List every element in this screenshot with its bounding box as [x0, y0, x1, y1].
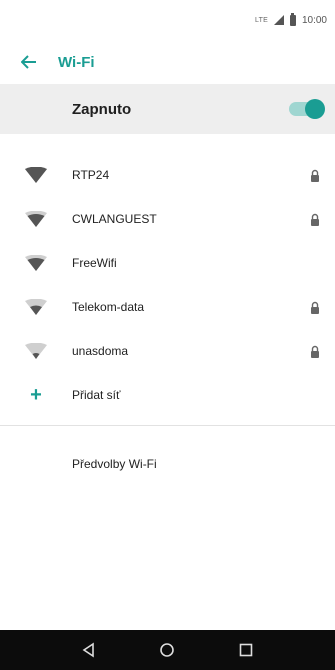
navigation-bar	[0, 630, 335, 670]
wifi-signal-icon	[0, 255, 72, 271]
wifi-signal-icon	[0, 211, 72, 227]
signal-icon	[273, 15, 284, 25]
network-name: unasdoma	[72, 344, 129, 358]
back-nav-icon[interactable]	[81, 642, 97, 658]
network-name: Telekom-data	[72, 300, 145, 314]
arrow-left-icon[interactable]	[0, 55, 58, 69]
status-bar: LTE 10:00	[0, 0, 335, 40]
network-row[interactable]: unasdoma	[0, 329, 335, 373]
network-row[interactable]: CWLANGUEST	[0, 197, 335, 241]
network-row[interactable]: FreeWifi	[0, 241, 335, 285]
wifi-preferences-label: Předvolby Wi-Fi	[72, 457, 157, 471]
lock-icon	[295, 213, 335, 226]
network-name: RTP24	[72, 168, 110, 182]
lock-icon	[295, 169, 335, 182]
add-network-label: Přidat síť	[72, 388, 121, 402]
wifi-toggle-label: Zapnuto	[72, 100, 132, 118]
network-list: RTP24 CWLANGUEST FreeWifi Telekom-data unasd…	[0, 153, 335, 373]
recents-nav-icon[interactable]	[238, 642, 254, 658]
wifi-signal-icon	[0, 299, 72, 315]
network-row[interactable]: RTP24	[0, 153, 335, 197]
network-name: FreeWifi	[72, 256, 117, 270]
clock: 10:00	[301, 14, 327, 26]
lock-icon	[295, 301, 335, 314]
home-nav-icon[interactable]	[159, 642, 175, 658]
wifi-switch[interactable]	[289, 99, 325, 119]
battery-icon	[289, 12, 296, 26]
app-bar: Wi-Fi	[0, 40, 335, 84]
lock-icon	[295, 345, 335, 358]
switch-thumb	[305, 99, 325, 119]
wifi-preferences-item[interactable]: Předvolby Wi-Fi	[0, 434, 335, 494]
page-title: Wi-Fi	[58, 53, 95, 71]
wifi-signal-icon	[0, 343, 72, 359]
network-row[interactable]: Telekom-data	[0, 285, 335, 329]
divider	[0, 425, 335, 426]
add-network-button[interactable]: + Přidat síť	[0, 373, 335, 417]
wifi-signal-icon	[0, 167, 72, 183]
network-type-label: LTE	[255, 16, 268, 24]
plus-icon: +	[30, 383, 42, 406]
wifi-master-toggle-row[interactable]: Zapnuto	[0, 84, 335, 134]
network-name: CWLANGUEST	[72, 212, 157, 226]
